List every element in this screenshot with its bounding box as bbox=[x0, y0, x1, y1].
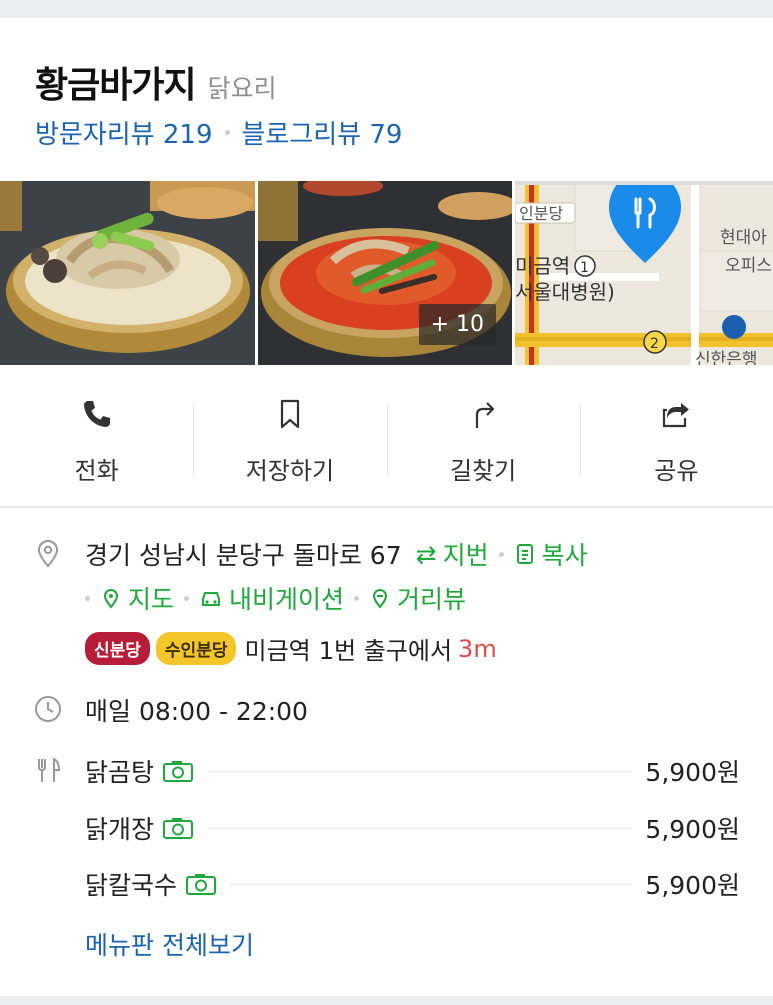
svg-text:오피스: 오피스 bbox=[725, 256, 772, 276]
separator-dot bbox=[85, 595, 90, 601]
share-icon bbox=[663, 403, 690, 428]
map-label: 지도 bbox=[128, 585, 175, 614]
copy-icon bbox=[516, 544, 533, 564]
address-text: 경기 성남시 분당구 돌마로 67 bbox=[85, 541, 402, 570]
swap-arrows-icon: ⇄ bbox=[415, 539, 437, 569]
photo-chicken-soup[interactable] bbox=[0, 181, 255, 365]
directions-label: 길찾기 bbox=[450, 457, 517, 485]
street-view-icon bbox=[373, 589, 388, 609]
action-bar: 전화 저장하기 길찾기 공유 bbox=[0, 391, 773, 501]
hours-text: 매일 08:00 - 22:00 bbox=[85, 697, 308, 726]
visitor-review-link[interactable]: 방문자리뷰 219 bbox=[35, 114, 213, 151]
dotted-leader bbox=[208, 827, 632, 829]
dotted-leader bbox=[231, 883, 632, 885]
phone-icon bbox=[83, 401, 110, 427]
navigation-label: 내비게이션 bbox=[229, 585, 345, 614]
photo-more-count[interactable]: + 10 bbox=[418, 304, 496, 345]
camera-icon[interactable] bbox=[185, 872, 217, 896]
title-row: 황금바가지 닭요리 bbox=[35, 56, 277, 108]
menu-item-price: 5,900원 bbox=[645, 871, 740, 900]
review-row: 방문자리뷰 219 블로그리뷰 79 bbox=[35, 114, 402, 151]
exit-text: 1번 출구에서 bbox=[318, 637, 453, 665]
bookmark-icon bbox=[280, 399, 299, 429]
camera-icon[interactable] bbox=[162, 816, 194, 840]
separator-dot bbox=[184, 595, 190, 601]
place-name: 황금바가지 bbox=[35, 65, 197, 106]
menu-item-name: 닭곰탕 bbox=[85, 758, 155, 787]
menu-item-name: 닭개장 bbox=[85, 815, 155, 844]
call-button[interactable]: 전화 bbox=[0, 391, 193, 501]
station-name: 미금역 bbox=[244, 637, 311, 665]
menu-item[interactable]: 닭개장 5,900원 bbox=[85, 808, 740, 848]
blog-review-link[interactable]: 블로그리뷰 79 bbox=[242, 114, 403, 151]
navigation-link[interactable]: 내비게이션 bbox=[199, 580, 344, 616]
street-view-label: 거리뷰 bbox=[397, 585, 467, 614]
menu-item[interactable]: 닭곰탕 5,900원 bbox=[85, 751, 740, 791]
svg-text:2: 2 bbox=[650, 336, 659, 352]
view-full-menu-link[interactable]: 메뉴판 전체보기 bbox=[85, 926, 254, 962]
subway-info: 신분당 수인분당 미금역 1번 출구에서 3m bbox=[85, 631, 497, 666]
menu-item-price: 5,900원 bbox=[645, 815, 740, 844]
svg-text:현대아: 현대아 bbox=[720, 228, 767, 248]
subway-line-badge: 신분당 bbox=[85, 632, 150, 665]
address-row: 경기 성남시 분당구 돌마로 67 ⇄ 지번 복사 bbox=[85, 536, 588, 572]
directions-button[interactable]: 길찾기 bbox=[386, 391, 580, 501]
car-icon bbox=[202, 592, 221, 606]
dotted-leader bbox=[208, 770, 632, 772]
utensils-icon bbox=[38, 757, 61, 782]
review-separator bbox=[224, 130, 230, 135]
call-label: 전화 bbox=[74, 457, 119, 485]
distance-text: 3m bbox=[458, 634, 497, 663]
copy-address-button[interactable]: 복사 bbox=[514, 536, 588, 572]
clock-icon bbox=[35, 696, 61, 722]
camera-icon[interactable] bbox=[162, 759, 194, 783]
svg-text:미금역: 미금역 bbox=[515, 254, 570, 278]
place-category: 닭요리 bbox=[207, 74, 277, 103]
map-thumbnail[interactable]: 인분당 미금역 1 서울대병원) 현대아 오피스 2 신한은행 bbox=[515, 181, 773, 365]
photo-strip: + 10 인분당 미금역 1 서울대병원) 현대아 오피스 2 신한은행 bbox=[0, 181, 773, 365]
street-view-link[interactable]: 거리뷰 bbox=[369, 580, 466, 616]
separator-dot bbox=[498, 551, 504, 557]
map-links-row: 지도 내비게이션 거리뷰 bbox=[85, 580, 466, 616]
location-pin-icon bbox=[37, 540, 59, 568]
svg-text:신한은행: 신한은행 bbox=[695, 350, 758, 365]
subway-line-badge: 수인분당 bbox=[155, 632, 237, 665]
directions-icon bbox=[476, 402, 495, 428]
share-button[interactable]: 공유 bbox=[579, 391, 773, 501]
map-pin-icon bbox=[103, 589, 119, 609]
share-label: 공유 bbox=[654, 457, 699, 485]
menu-item-name: 닭칼국수 bbox=[85, 871, 178, 900]
svg-text:서울대병원): 서울대병원) bbox=[515, 280, 615, 304]
map-link[interactable]: 지도 bbox=[100, 580, 174, 616]
save-button[interactable]: 저장하기 bbox=[193, 391, 386, 501]
section-divider bbox=[0, 506, 773, 508]
menu-item-price: 5,900원 bbox=[645, 758, 740, 787]
lot-number-label: 지번 bbox=[442, 541, 489, 570]
svg-text:인분당: 인분당 bbox=[519, 204, 563, 223]
place-card: 황금바가지 닭요리 방문자리뷰 219 블로그리뷰 79 + 10 인분당 미금… bbox=[0, 18, 773, 996]
lot-number-toggle[interactable]: ⇄ 지번 bbox=[416, 536, 489, 572]
separator-dot bbox=[354, 595, 360, 601]
hours-row[interactable]: 매일 08:00 - 22:00 bbox=[85, 692, 308, 728]
svg-text:1: 1 bbox=[580, 260, 589, 276]
copy-label: 복사 bbox=[541, 541, 588, 570]
photo-spicy-soup[interactable]: + 10 bbox=[258, 181, 512, 365]
save-label: 저장하기 bbox=[245, 457, 335, 485]
menu-item[interactable]: 닭칼국수 5,900원 bbox=[85, 864, 740, 904]
